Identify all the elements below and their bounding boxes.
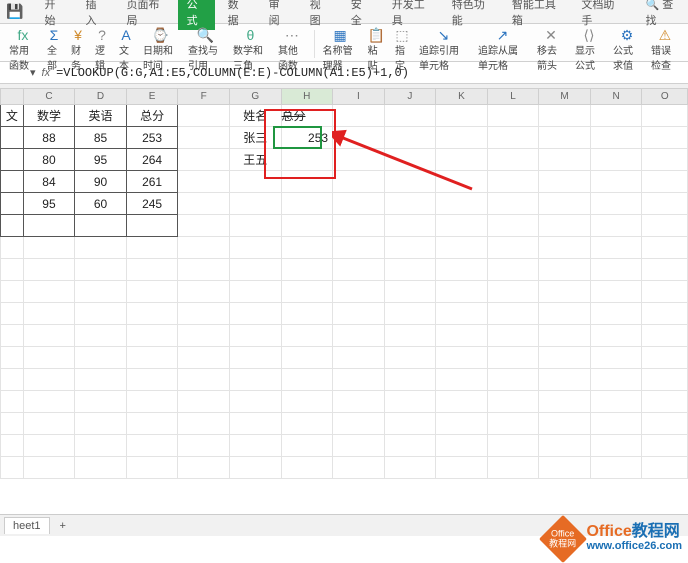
tab-layout[interactable]: 页面布局	[118, 0, 174, 30]
tab-security[interactable]: 安全	[342, 0, 379, 30]
fx-icon[interactable]: fx	[42, 67, 51, 79]
col-header[interactable]: G	[229, 89, 281, 105]
cell[interactable]: 245	[126, 193, 178, 215]
row-label-cell[interactable]: 文	[1, 105, 24, 127]
col-header[interactable]: L	[487, 89, 539, 105]
tab-home[interactable]: 开始	[35, 0, 72, 30]
cell[interactable]: 80	[23, 149, 75, 171]
cell[interactable]: 88	[23, 127, 75, 149]
tab-view[interactable]: 视图	[301, 0, 338, 30]
search-button[interactable]: 🔍 查找	[636, 0, 688, 30]
col-header[interactable]: N	[590, 89, 642, 105]
result-cell[interactable]: 253	[281, 127, 333, 149]
rb-common-fn[interactable]: fx常用函数	[4, 28, 42, 72]
col-header[interactable]: D	[75, 89, 127, 105]
cell[interactable]: 264	[126, 149, 178, 171]
name-cell[interactable]: 王五	[229, 149, 281, 171]
cell[interactable]: 60	[75, 193, 127, 215]
worksheet-grid[interactable]: C D E F G H I J K L M N O 文 数学 英语 总分 姓名 …	[0, 88, 688, 479]
cell[interactable]: 90	[75, 171, 127, 193]
sheet-area[interactable]: C D E F G H I J K L M N O 文 数学 英语 总分 姓名 …	[0, 88, 688, 528]
formula-input[interactable]: =VLOOKUP(G:G,A1:E5,COLUMN(E:E)-COLUMN(A1…	[56, 66, 409, 80]
add-sheet-button[interactable]: +	[54, 520, 72, 532]
tab-data[interactable]: 数据	[219, 0, 256, 30]
col-header[interactable]: C	[23, 89, 75, 105]
col-header[interactable]: M	[539, 89, 591, 105]
save-icon[interactable]: 💾	[6, 3, 23, 20]
col-header[interactable]: O	[642, 89, 688, 105]
col-header[interactable]: E	[126, 89, 178, 105]
th2-total[interactable]: 总分	[281, 105, 333, 127]
rb-remove-arrow[interactable]: ✕移去箭头	[532, 28, 570, 72]
cell[interactable]: 95	[75, 149, 127, 171]
fb-dropdown-icon[interactable]: ▾	[30, 66, 36, 79]
col-header[interactable]: J	[384, 89, 436, 105]
tab-insert[interactable]: 插入	[76, 0, 113, 30]
tab-smarttool[interactable]: 智能工具箱	[503, 0, 569, 30]
cell[interactable]: 85	[75, 127, 127, 149]
watermark: Office教程网 Office教程网 www.office26.com	[546, 522, 682, 556]
tab-review[interactable]: 审阅	[260, 0, 297, 30]
tab-dev[interactable]: 开发工具	[383, 0, 439, 30]
tab-special[interactable]: 特色功能	[443, 0, 499, 30]
rb-trace-dep[interactable]: ↗追踪从属单元格	[473, 28, 532, 72]
watermark-title: Office教程网	[586, 525, 682, 539]
rb-trace-prec[interactable]: ↘追踪引用单元格	[414, 28, 473, 72]
col-header-active[interactable]: H	[281, 89, 333, 105]
rb-eval[interactable]: ⚙公式求值	[608, 28, 646, 72]
col-header[interactable]: I	[333, 89, 385, 105]
ribbon: fx常用函数 Σ全部 ¥财务 ?逻辑 A文本 ⌚日期和时间 🔍查找与引用 θ数学…	[0, 24, 688, 62]
cell[interactable]: 253	[126, 127, 178, 149]
th-total[interactable]: 总分	[126, 105, 178, 127]
col-header[interactable]: K	[436, 89, 488, 105]
sheet-tab-1[interactable]: heet1	[4, 517, 50, 534]
col-header[interactable]: F	[178, 89, 230, 105]
cell[interactable]: 95	[23, 193, 75, 215]
corner-cell[interactable]	[1, 89, 24, 105]
tab-dochelper[interactable]: 文档助手	[572, 0, 628, 30]
menu-tabs: 💾 开始 插入 页面布局 公式 数据 审阅 视图 安全 开发工具 特色功能 智能…	[0, 0, 688, 24]
cell[interactable]: 261	[126, 171, 178, 193]
name-cell[interactable]: 张三	[229, 127, 281, 149]
rb-show-formula[interactable]: ⟨⟩显示公式	[570, 28, 608, 72]
th-eng[interactable]: 英语	[75, 105, 127, 127]
th-math[interactable]: 数学	[23, 105, 75, 127]
tab-formula[interactable]: 公式	[178, 0, 215, 30]
cell[interactable]: 84	[23, 171, 75, 193]
th2-name[interactable]: 姓名	[229, 105, 281, 127]
rb-error-check[interactable]: ⚠错误检查	[646, 28, 684, 72]
watermark-url: www.office26.com	[586, 539, 682, 553]
